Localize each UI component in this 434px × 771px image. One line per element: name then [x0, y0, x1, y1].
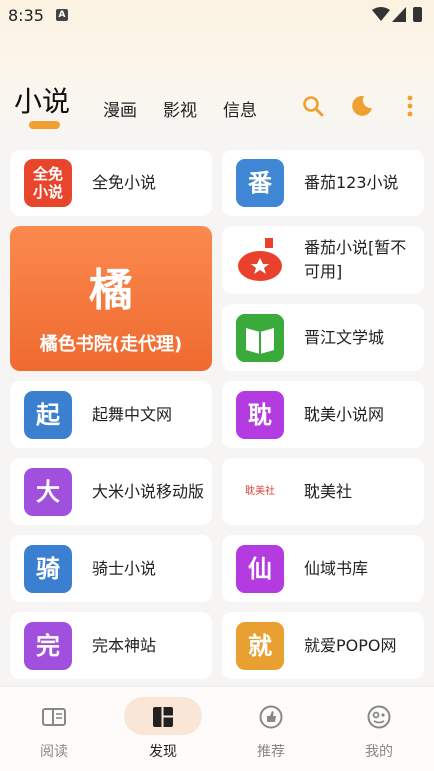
- jinjiang-book-icon: [236, 313, 284, 362]
- source-label: 晋江文学城: [304, 327, 385, 347]
- nav-label: 推荐: [257, 744, 285, 760]
- notification-icon: A: [56, 9, 68, 21]
- source-card[interactable]: 大 大米小说移动版: [10, 458, 212, 525]
- wifi-icon: [372, 7, 390, 21]
- free-novel-icon: 全免 小说: [24, 159, 72, 207]
- battery-icon: [413, 7, 422, 22]
- grid-layout-icon: [153, 707, 173, 727]
- source-label: 完本神站: [92, 635, 157, 655]
- qi-char-icon: 起: [24, 390, 72, 439]
- fan-char-icon: 番: [236, 159, 284, 207]
- source-card[interactable]: 仙 仙域书库: [222, 535, 424, 602]
- tomato-icon: [238, 238, 282, 281]
- source-card[interactable]: 骑 骑士小说: [10, 535, 212, 602]
- thumb-up-icon: [259, 705, 283, 729]
- source-label: 骑士小说: [92, 558, 157, 578]
- source-card[interactable]: 耽美社 耽美社: [222, 458, 424, 525]
- nav-label: 我的: [365, 744, 393, 760]
- tab-info[interactable]: 信息: [223, 96, 257, 121]
- featured-label: 橘色书院(走代理): [39, 334, 183, 355]
- active-tab-indicator: [29, 121, 60, 129]
- source-card[interactable]: 起 起舞中文网: [10, 381, 212, 448]
- featured-char: 橘: [89, 265, 133, 316]
- da-char-icon: 大: [24, 467, 72, 516]
- cellular-icon: [392, 7, 406, 22]
- status-time: 8:35: [8, 6, 44, 25]
- jiu-char-icon: 就: [236, 621, 284, 670]
- more-menu-icon[interactable]: [398, 94, 422, 118]
- source-label: 耽美小说网: [304, 404, 385, 424]
- source-card[interactable]: 晋江文学城: [222, 304, 424, 371]
- nav-recommend[interactable]: 推荐: [217, 687, 325, 771]
- tab-comics[interactable]: 漫画: [103, 96, 137, 121]
- tab-novel[interactable]: 小说: [14, 80, 70, 120]
- source-label: 大米小说移动版: [92, 481, 205, 501]
- source-label: 番茄123小说: [304, 173, 399, 192]
- book-open-icon: [42, 708, 66, 726]
- source-label: 全免小说: [92, 173, 157, 192]
- qi-knight-char-icon: 骑: [24, 544, 72, 593]
- bottom-navigation: 阅读 发现 推荐 我的: [0, 686, 434, 771]
- source-card[interactable]: 番茄小说[暂不可用]: [222, 226, 424, 294]
- source-card[interactable]: 耽 耽美小说网: [222, 381, 424, 448]
- featured-source-card[interactable]: 橘 橘色书院(走代理): [10, 226, 212, 371]
- nav-discover[interactable]: 发现: [109, 687, 217, 771]
- source-label: 就爱POPO网: [304, 635, 397, 655]
- source-label: 起舞中文网: [92, 404, 173, 424]
- source-label: 仙域书库: [304, 558, 369, 578]
- tab-video[interactable]: 影视: [163, 96, 197, 121]
- source-card[interactable]: 全免 小说 全免小说: [10, 150, 212, 216]
- dan-char-icon: 耽: [236, 390, 284, 439]
- search-icon[interactable]: [301, 94, 325, 118]
- source-card[interactable]: 就 就爱POPO网: [222, 612, 424, 679]
- dark-mode-icon[interactable]: [350, 94, 374, 118]
- danmeishe-logo-icon: 耽美社: [236, 467, 284, 516]
- xian-char-icon: 仙: [236, 544, 284, 593]
- nav-read[interactable]: 阅读: [0, 687, 108, 771]
- source-card[interactable]: 完 完本神站: [10, 612, 212, 679]
- wan-char-icon: 完: [24, 621, 72, 670]
- nav-mine[interactable]: 我的: [325, 687, 433, 771]
- profile-icon: [367, 705, 391, 729]
- source-label: 耽美社: [304, 481, 353, 501]
- status-bar: 8:35 A: [0, 0, 434, 30]
- nav-label: 发现: [149, 744, 177, 760]
- nav-label: 阅读: [40, 744, 68, 760]
- category-header: 小说 漫画 影视 信息: [0, 80, 434, 130]
- source-card[interactable]: 番 番茄123小说: [222, 150, 424, 216]
- source-label: 番茄小说[暂不可用]: [304, 238, 407, 281]
